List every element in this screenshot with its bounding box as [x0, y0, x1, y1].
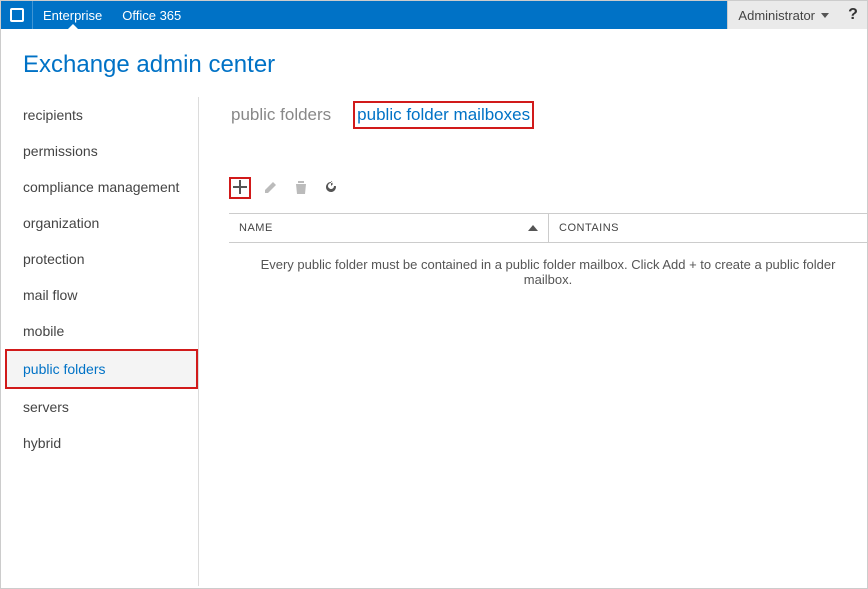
sidebar-item-compliance-management[interactable]: compliance management	[15, 169, 198, 205]
sidebar-item-public-folders[interactable]: public folders	[5, 349, 198, 389]
table-header: NAME CONTAINS	[229, 213, 867, 243]
edit-button	[261, 178, 281, 198]
column-header-name-label: NAME	[239, 222, 273, 234]
page-title: Exchange admin center	[1, 29, 867, 97]
plus-icon	[232, 179, 248, 198]
sidebar-item-hybrid[interactable]: hybrid	[15, 425, 198, 461]
refresh-icon	[323, 179, 339, 198]
toolbar	[229, 177, 867, 199]
topnav-office365[interactable]: Office 365	[112, 1, 191, 29]
column-header-contains-label: CONTAINS	[559, 222, 619, 234]
help-button[interactable]: ?	[839, 1, 867, 29]
refresh-button[interactable]	[321, 178, 341, 198]
tab-public-folder-mailboxes[interactable]: public folder mailboxes	[353, 101, 534, 129]
sidebar-item-servers[interactable]: servers	[15, 389, 198, 425]
delete-button	[291, 178, 311, 198]
chevron-down-icon	[821, 13, 829, 18]
column-header-contains[interactable]: CONTAINS	[549, 214, 867, 242]
sidebar-item-mail-flow[interactable]: mail flow	[15, 277, 198, 313]
sidebar-item-recipients[interactable]: recipients	[15, 97, 198, 133]
pencil-icon	[263, 179, 279, 198]
topnav-enterprise[interactable]: Enterprise	[33, 1, 112, 29]
admin-dropdown-label: Administrator	[738, 8, 815, 23]
sidebar-item-protection[interactable]: protection	[15, 241, 198, 277]
app-logo[interactable]	[1, 1, 33, 29]
sidebar: recipients permissions compliance manage…	[1, 97, 199, 586]
sidebar-item-permissions[interactable]: permissions	[15, 133, 198, 169]
tabs: public folders public folder mailboxes	[229, 101, 867, 129]
main-content: public folders public folder mailboxes	[199, 97, 867, 586]
office-logo-icon	[10, 8, 24, 22]
add-button[interactable]	[229, 177, 251, 199]
empty-table-message: Every public folder must be contained in…	[229, 243, 867, 301]
admin-dropdown[interactable]: Administrator	[727, 1, 839, 29]
trash-icon	[293, 179, 309, 198]
sidebar-item-mobile[interactable]: mobile	[15, 313, 198, 349]
sort-ascending-icon	[528, 225, 538, 231]
column-header-name[interactable]: NAME	[229, 214, 549, 242]
sidebar-item-organization[interactable]: organization	[15, 205, 198, 241]
tab-public-folders[interactable]: public folders	[229, 103, 333, 127]
top-nav: Enterprise Office 365	[33, 1, 191, 29]
topbar: Enterprise Office 365 Administrator ?	[1, 1, 867, 29]
